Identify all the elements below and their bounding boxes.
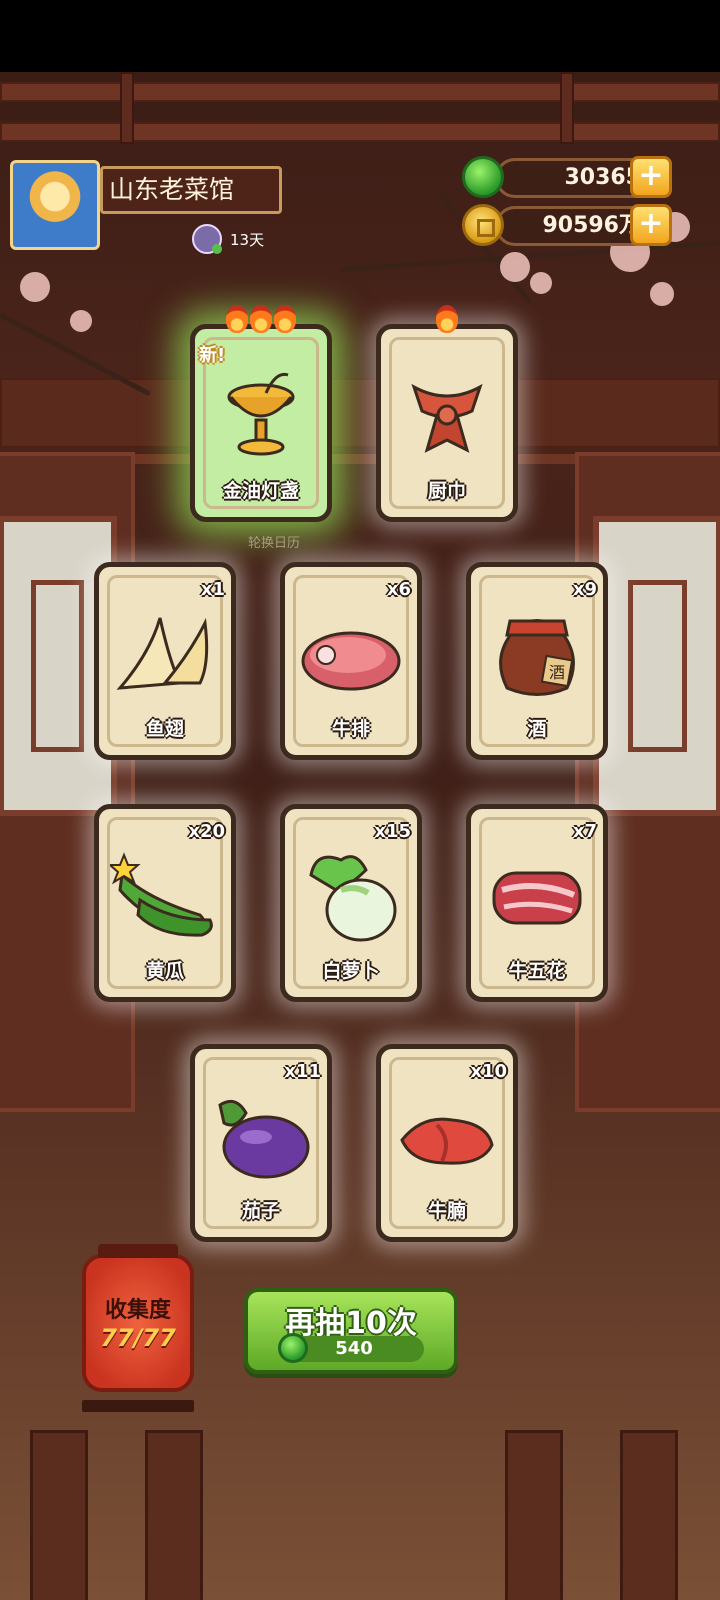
wine-jar-icon: 酒 <box>499 619 575 696</box>
card-name: 酒 <box>527 718 547 740</box>
reward-card-brisket[interactable]: x10 牛腩 <box>376 1044 518 1242</box>
card-name: 白萝卜 <box>322 960 380 982</box>
card-name: 鱼翅 <box>145 718 184 740</box>
reward-card-steak[interactable]: x6 牛排 <box>280 562 422 760</box>
card-name: 金油灯盏 <box>222 480 299 502</box>
card-name: 黄瓜 <box>145 960 184 982</box>
reward-card-cucumber[interactable]: x20 黄瓜 <box>94 804 236 1002</box>
card-count: x6 <box>386 579 411 600</box>
card-count: x15 <box>374 821 411 842</box>
reward-card-golden-lamp[interactable]: 新! 金油灯盏 <box>190 305 332 522</box>
add-jade-button[interactable]: + <box>630 156 672 198</box>
reward-card-eggplant[interactable]: x11 茄子 <box>190 1044 332 1242</box>
eggplant-icon <box>218 1099 310 1179</box>
golden-lamp-icon <box>227 372 295 456</box>
jade-icon <box>462 156 504 198</box>
cucumber-icon <box>110 852 213 937</box>
rarity-flames <box>436 305 458 333</box>
jade-icon <box>278 1333 308 1363</box>
days-count: 13天 <box>230 230 265 249</box>
card-name: 牛五花 <box>508 960 566 982</box>
draw-cost-amount: 540 <box>335 1338 373 1359</box>
flame-icon <box>436 305 458 333</box>
coin-icon <box>462 204 504 246</box>
reward-card-wine[interactable]: x9 酒 酒 <box>466 562 608 760</box>
card-count: x20 <box>188 821 225 842</box>
reward-card-white-radish[interactable]: x15 白萝卜 <box>280 804 422 1002</box>
new-badge: 新! <box>199 345 226 366</box>
reward-card-chef-scarf[interactable]: 厨巾 <box>376 305 518 522</box>
flame-icon <box>226 305 248 333</box>
radish-icon <box>309 855 397 942</box>
collection-lantern[interactable]: 收集度 77/77 <box>82 1244 194 1412</box>
jar-label: 酒 <box>549 663 565 682</box>
card-count: x11 <box>284 1061 321 1082</box>
card-name: 茄子 <box>241 1200 280 1222</box>
card-name: 牛腩 <box>427 1200 466 1222</box>
collection-progress: 77/77 <box>100 1324 176 1352</box>
card-name: 牛排 <box>331 718 370 740</box>
hint-text: 轮换日历 <box>248 536 301 551</box>
flame-icon <box>250 305 272 333</box>
shark-fin-icon <box>116 617 209 690</box>
collection-label: 收集度 <box>104 1298 171 1323</box>
steak-icon <box>301 631 401 691</box>
card-count: x7 <box>572 821 597 842</box>
card-count: x1 <box>200 579 225 600</box>
card-name: 厨巾 <box>427 480 466 502</box>
flame-icon <box>274 305 296 333</box>
draw-ten-button[interactable]: 再抽10次 540 <box>244 1288 458 1374</box>
reward-card-pork-belly[interactable]: x7 牛五花 <box>466 804 608 1002</box>
gold-amount: 90596万 <box>542 213 641 238</box>
rarity-flames <box>226 305 296 333</box>
player-avatar[interactable] <box>10 160 100 250</box>
card-count: x9 <box>572 579 597 600</box>
restaurant-name[interactable]: 山东老菜馆 <box>100 166 282 214</box>
draw-cost: 540 <box>278 1333 424 1363</box>
card-count: x10 <box>470 1061 507 1082</box>
days-indicator: 13天 <box>192 224 264 254</box>
pet-avatar-icon <box>192 224 222 254</box>
pork-belly-icon <box>492 871 582 925</box>
reward-card-shark-fin[interactable]: x1 鱼翅 <box>94 562 236 760</box>
brisket-icon <box>400 1117 494 1165</box>
chef-scarf-icon <box>411 383 483 453</box>
add-gold-button[interactable]: + <box>630 204 672 246</box>
